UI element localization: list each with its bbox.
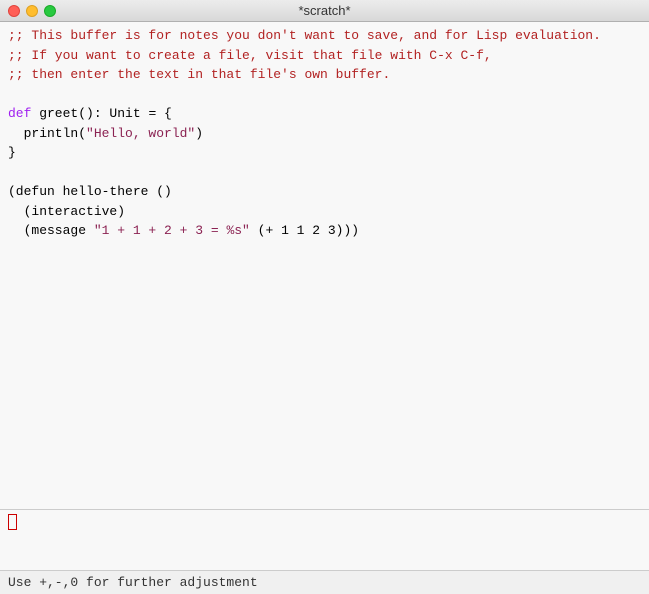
cursor-block [8,514,17,530]
editor-container: ;; This buffer is for notes you don't wa… [0,22,649,570]
code-line-5: def greet(): Unit = { [8,104,641,124]
code-text: greet(): [31,106,109,121]
code-line-9: (defun hello-there () [8,182,641,202]
type-unit: Unit [109,106,140,121]
editor-content[interactable]: ;; This buffer is for notes you don't wa… [0,22,649,509]
title-bar: *scratch* [0,0,649,22]
paren-close: ) [195,126,203,141]
minimize-button[interactable] [26,5,38,17]
maximize-button[interactable] [44,5,56,17]
minibuffer-content[interactable] [0,510,649,570]
code-line-10: (interactive) [8,202,641,222]
minibuffer [0,510,649,570]
string-message: "1 + 1 + 2 + 3 = %s" [94,223,250,238]
code-line-7: } [8,143,641,163]
window-controls [8,5,56,17]
status-bar: Use +,-,0 for further adjustment [0,570,649,594]
close-button[interactable] [8,5,20,17]
code-line-8 [8,163,641,183]
lisp-msg-close: (+ 1 1 2 3))) [250,223,359,238]
code-line-6: println("Hello, world") [8,124,641,144]
code-text2: = { [141,106,172,121]
string-hello: "Hello, world" [86,126,195,141]
code-line-3: ;; then enter the text in that file's ow… [8,65,641,85]
code-line-1: ;; This buffer is for notes you don't wa… [8,26,641,46]
lisp-msg-open: (message [8,223,94,238]
keyword-def: def [8,106,31,121]
code-line-2: ;; If you want to create a file, visit t… [8,46,641,66]
code-line-11: (message "1 + 1 + 2 + 3 = %s" (+ 1 1 2 3… [8,221,641,241]
status-text: Use +,-,0 for further adjustment [8,575,258,590]
indent: println( [8,126,86,141]
code-line-4 [8,85,641,105]
window-title: *scratch* [298,3,350,18]
